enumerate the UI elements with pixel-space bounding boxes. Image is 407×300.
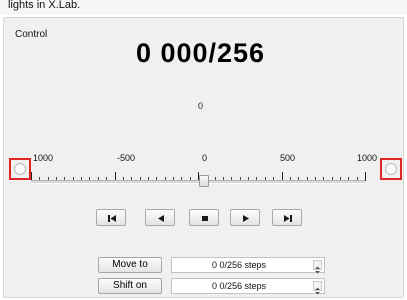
spin-arrows-icon[interactable] — [313, 281, 322, 295]
tick-label-max: 1000 — [357, 153, 378, 163]
position-display: 0 000/256 — [135, 38, 266, 68]
move-to-button[interactable]: Move to — [98, 257, 162, 273]
stop-icon — [202, 216, 208, 221]
move-to-steps-input[interactable]: 0 0/256 steps — [171, 257, 325, 274]
spin-up-down-icon — [315, 266, 320, 274]
step-forward-button[interactable] — [230, 209, 260, 226]
stop-button[interactable] — [189, 209, 219, 226]
shift-on-steps-value: 0 0/256 steps — [211, 281, 267, 291]
spin-arrows-icon[interactable] — [313, 260, 322, 274]
skip-to-start-icon — [108, 215, 116, 222]
shift-on-steps-input[interactable]: 0 0/256 steps — [171, 278, 325, 295]
window-caption: lights in X.Lab. — [0, 0, 407, 15]
move-to-steps-value: 0 0/256 steps — [211, 260, 267, 270]
slider-value-readout: 0 — [197, 101, 203, 111]
play-forward-icon — [243, 215, 249, 222]
skip-to-start-button[interactable] — [96, 209, 126, 226]
step-back-button[interactable] — [145, 209, 175, 226]
tick-label-pos-half: 500 — [280, 153, 296, 163]
radio-circle-icon — [14, 163, 26, 175]
skip-to-end-button[interactable] — [272, 209, 302, 226]
max-limit-radio[interactable] — [380, 158, 402, 180]
tick-label-zero: 0 — [202, 153, 208, 163]
play-backward-icon — [158, 215, 164, 222]
tick-label-min: 1000 — [33, 153, 54, 163]
position-slider-track[interactable] — [31, 180, 365, 184]
skip-to-end-icon — [284, 215, 292, 222]
min-limit-radio[interactable] — [9, 158, 31, 180]
tick-label-neg-half: -500 — [117, 153, 136, 163]
major-tick — [365, 172, 366, 181]
spin-up-down-icon — [315, 287, 320, 295]
shift-on-button[interactable]: Shift on — [98, 278, 162, 294]
position-slider-handle[interactable] — [199, 175, 209, 187]
radio-circle-icon — [385, 163, 397, 175]
